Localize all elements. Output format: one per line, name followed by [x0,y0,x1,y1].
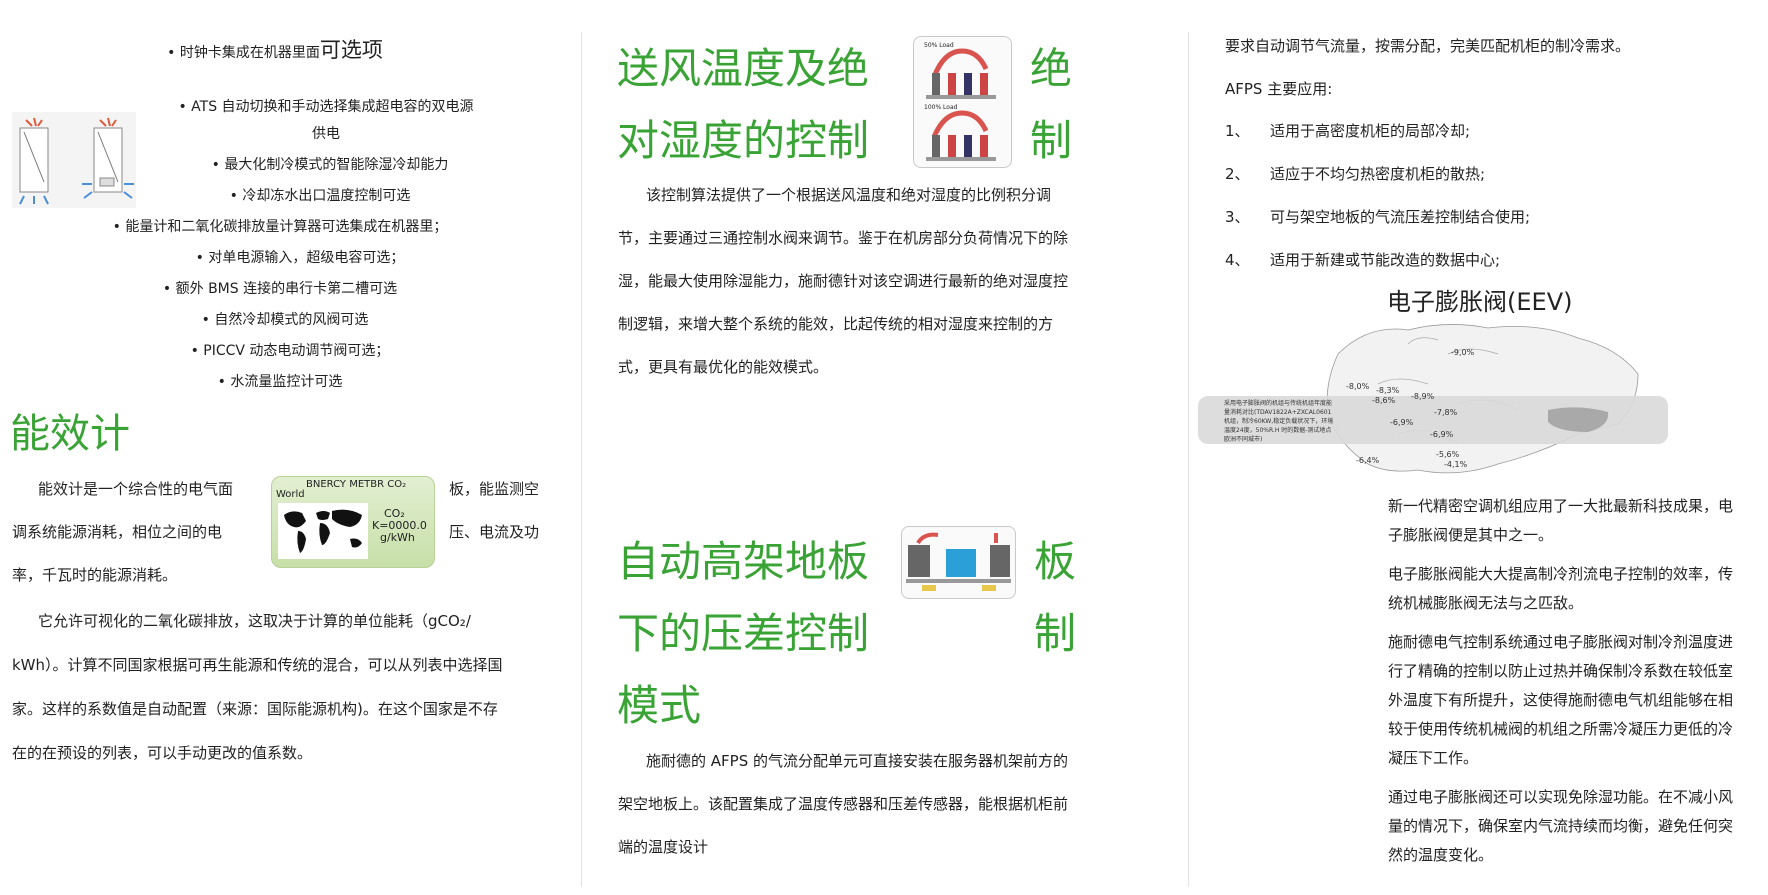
bullet-energy-meter: • 能量计和二氧化碳排放量计算器可选集成在机器里； [112,219,448,235]
eev-para4-line3: 然的温度变化。 [1388,846,1494,864]
column-divider-left [581,32,582,887]
section-title-supply-air-l2: 对湿度的控制 [617,116,870,165]
map-note-line: 机组，制冷60KW,稳定负载状况下，环境 [1224,418,1334,425]
bullet-bms: • 额外 BMS 连接的串行卡第二槽可选 [162,281,398,297]
map-label: -9,0% [1451,348,1475,357]
supply-air-para-line4: 制逻辑，来增大整个系统的能效，比起传统的相对湿度来控制的方 [618,315,1054,333]
section-title-floor-r2: 制 [1034,609,1077,658]
eev-europe-map-figure: -9,0% -8,0% -8,3% -8,6% -8,9% -7,8% -6,9… [1198,314,1670,484]
energy-meter-card: BNERCY METBR CO₂ World CO₂ K=0000.0 g/kW… [271,476,435,568]
supply-air-para-line1: 该控制算法提供了一个根据送风温度和绝对湿度的比例积分调 [646,186,1052,204]
world-map-icon [278,503,368,559]
map-note-line: 温度24度，50%R.H 时的数据-测试地点 [1224,427,1332,434]
bullet-clock-card: • 时钟卡集成在机器里面可选项 [110,40,440,63]
bullet-text: • 时钟卡集成在机器里面 [167,45,320,61]
map-label: -8,6% [1372,396,1396,405]
load-diagram-thumbnail: 50% Load 100% Load [913,36,1012,168]
energy-para2-line4: 在的在预设的列表，可以手动更改的值系数。 [12,744,313,762]
map-label: -6,4% [1356,456,1380,465]
map-label: -7,8% [1434,408,1458,417]
ac-unit-illustration [12,112,136,208]
section-title-supply-air-r2: 制 [1030,116,1073,165]
energy-card-unit: g/kWh [380,531,415,544]
eev-para4-line1: 通过电子膨胀阀还可以实现免除湿功能。在不减小风 [1388,788,1734,806]
eev-para3-line3: 外温度下有所提升，这使得施耐德电气机组能够在相 [1388,691,1734,709]
eev-para3-line4: 较于使用传统机械阀的机组之所需冷凝压力更低的冷 [1388,720,1734,738]
afps-app-2-text: 适应于不均匀热密度机柜的散热; [1270,165,1486,183]
bullet-dehumid: • 最大化制冷模式的智能除湿冷却能力 [211,157,449,173]
supply-air-para-line5: 式，更具有最优化的能效模式。 [618,358,829,376]
eev-para2-line1: 电子膨胀阀能大大提高制冷剂流电子控制的效率，传 [1388,565,1734,583]
section-title-energy-meter: 能效计 [10,411,130,457]
afps-app-1-num: 1、 [1225,122,1250,140]
map-label: -8,9% [1411,392,1435,401]
energy-card-world: World [276,489,305,500]
afps-title: AFPS 主要应用: [1225,80,1333,98]
bullet-ats: • ATS 自动切换和手动选择集成超电容的双电源 [178,99,474,115]
floor-para-line2: 架空地板上。该配置集成了温度传感器和压差传感器，能根据机柜前 [618,795,1069,813]
map-note-line: 欧洲不同城市) [1224,436,1263,443]
energy-para2-line3: 家。这样的系数值是自动配置（来源：国际能源机构)。在这个国家是不存 [12,700,498,718]
raised-floor-diagram-thumbnail [901,526,1016,599]
map-label: -5,6% [1436,450,1460,459]
bullet-suffix: 可选项 [319,38,383,62]
map-label: -6,9% [1430,430,1454,439]
supply-air-para-line3: 湿，能最大使用除湿能力，施耐德针对该空调进行最新的绝对湿度控 [618,272,1069,290]
eev-para2-line2: 统机械膨胀阀无法与之匹敌。 [1388,594,1584,612]
energy-para1-line1-right: 板，能监测空 [449,480,540,498]
column-divider-right [1188,32,1189,887]
energy-para1-line1: 能效计是一个综合性的电气面 [38,480,234,498]
map-note-line: 量消耗对比(TDAV1822A+ZXCAL0601 [1224,409,1332,416]
section-title-supply-air-l1: 送风温度及绝 [617,44,870,93]
section-title-floor-l1: 自动高架地板 [617,537,870,586]
afps-app-3-num: 3、 [1225,208,1250,226]
bullet-chilled-water: • 冷却冻水出口温度控制可选 [229,188,411,204]
section-title-floor-r1: 板 [1034,537,1077,586]
eev-para3-line1: 施耐德电气控制系统通过电子膨胀阀对制冷剂温度进 [1388,633,1734,651]
energy-para1-line2: 调系统能源消耗，相位之间的电 [12,523,223,541]
section-title-supply-air-r1: 绝 [1030,44,1073,93]
eev-para3-line2: 行了精确的控制以防止过热并确保制冷系数在较低室 [1388,662,1734,680]
map-label: -8,0% [1346,382,1370,391]
eev-para1-line2: 子膨胀阀便是其中之一。 [1388,526,1554,544]
afps-app-3-text: 可与架空地板的气流压差控制结合使用; [1270,208,1531,226]
afps-intro: 要求自动调节气流量，按需分配，完美匹配机柜的制冷需求。 [1225,37,1631,55]
energy-para2-line1: 它允许可视化的二氧化碳排放，这取决于计算的单位能耗（gCO₂/ [38,612,471,630]
bullet-ats-cont: 供电 [312,126,340,142]
bullet-damper: • 自然冷却模式的风阀可选 [201,312,369,328]
section-title-floor-l2: 下的压差控制 [617,609,870,658]
energy-para1-line2-right: 压、电流及功 [449,523,540,541]
afps-app-1-text: 适用于高密度机柜的局部冷却; [1270,122,1471,140]
bullet-waterflow: • 水流量监控计可选 [217,374,343,390]
energy-para2-line2: kWh）。计算不同国家根据可再生能源和传统的混合，可以从列表中选择国 [12,656,503,674]
section-title-floor-l3: 模式 [617,681,702,730]
eev-para3-line5: 凝压下工作。 [1388,749,1479,767]
energy-card-title: BNERCY METBR CO₂ [306,479,407,490]
supply-air-para-line2: 节，主要通过三通控制水阀来调节。鉴于在机房部分负荷情况下的除 [618,229,1069,247]
map-label: -6,9% [1390,418,1414,427]
eev-para4-line2: 量的情况下，确保室内气流持续而均衡，避免任何突 [1388,817,1734,835]
afps-app-4-num: 4、 [1225,251,1250,269]
floor-para-line1: 施耐德的 AFPS 的气流分配单元可直接安装在服务器机架前方的 [646,752,1068,770]
afps-app-4-text: 适用于新建或节能改造的数据中心; [1270,251,1501,269]
afps-app-2-num: 2、 [1225,165,1250,183]
bullet-piccv: • PICCV 动态电动调节阀可选； [190,343,390,359]
map-label: -8,3% [1376,386,1400,395]
bullet-supercap: • 对单电源输入，超级电容可选； [195,250,405,266]
eev-para1-line1: 新一代精密空调机组应用了一大批最新科技成果，电 [1388,497,1734,515]
eev-title: 电子膨胀阀(EEV) [1387,288,1573,316]
energy-para1-line3: 率，千瓦时的能源消耗。 [12,566,178,584]
map-note-line: 采用电子膨胀阀的机组与传统机组年度能 [1224,400,1333,407]
floor-para-line3: 端的温度设计 [618,838,709,856]
map-label: -4,1% [1444,460,1468,469]
